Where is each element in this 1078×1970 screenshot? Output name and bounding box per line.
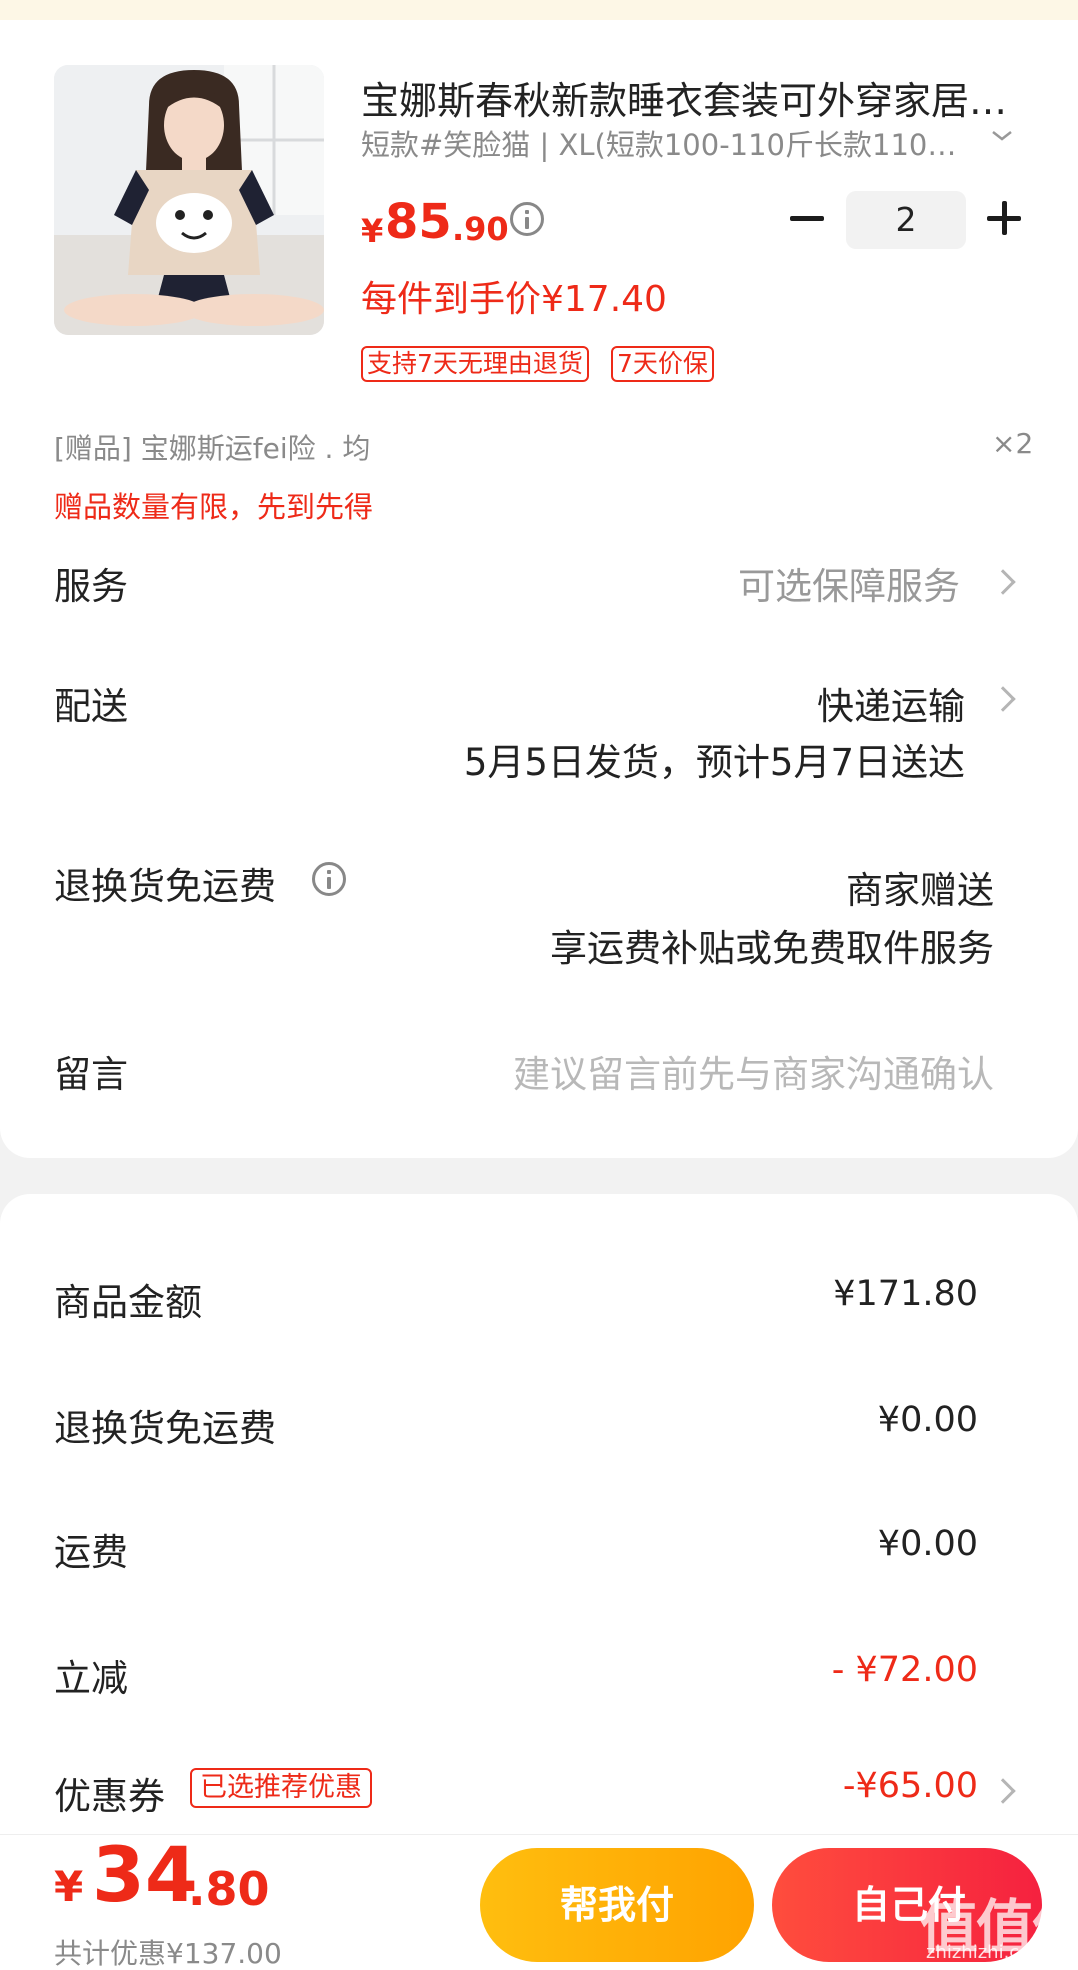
- product-photo-graphic: [54, 65, 324, 335]
- gift-count: ×2: [992, 427, 1034, 460]
- price-decimal: .90: [452, 210, 509, 248]
- coupon-value[interactable]: -¥65.00: [843, 1766, 978, 1806]
- return-fee-label: 退换货免运费: [54, 1407, 276, 1450]
- price-info-icon[interactable]: [510, 202, 544, 236]
- top-strip: [0, 0, 1078, 20]
- message-input[interactable]: 建议留言前先与商家沟通确认: [513, 1044, 994, 1098]
- goods-amount-value: ¥171.80: [833, 1274, 978, 1314]
- price-currency: ¥: [361, 212, 384, 250]
- message-label: 留言: [54, 1053, 128, 1096]
- goods-amount-label: 商品金额: [54, 1281, 202, 1324]
- delivery-value[interactable]: 快递运输: [817, 676, 965, 730]
- shipping-fee-label: 运费: [54, 1531, 128, 1574]
- service-label: 服务: [54, 565, 128, 608]
- quantity-decrease-button[interactable]: [790, 200, 826, 236]
- return-policy-badge: 支持7天无理由退货: [361, 346, 589, 382]
- unit-price: 每件到手价¥17.40: [361, 279, 667, 320]
- delivery-detail: 5月5日发货，预计5月7日送达: [463, 741, 965, 784]
- return-fee-value: ¥0.00: [877, 1400, 978, 1440]
- product-spec[interactable]: 短款#笑脸猫 | XL(短款100-110斤长款110…: [361, 122, 956, 164]
- chevron-down-icon[interactable]: [990, 124, 1014, 148]
- total-discount: 共计优惠¥137.00: [54, 1937, 282, 1970]
- price-integer: 85: [385, 194, 452, 250]
- return-shipping-label: 退换货免运费: [54, 865, 276, 908]
- gift-limit-note: 赠品数量有限，先到先得: [54, 490, 374, 524]
- help-pay-button[interactable]: 帮我付: [480, 1848, 754, 1962]
- product-image[interactable]: [54, 65, 324, 335]
- total-currency: ¥: [54, 1862, 84, 1911]
- service-value[interactable]: 可选保障服务: [738, 556, 960, 610]
- total-decimal: .80: [188, 1862, 270, 1916]
- discount-value: - ¥72.00: [831, 1650, 978, 1690]
- shipping-fee-value: ¥0.00: [877, 1524, 978, 1564]
- total-integer: 34: [92, 1830, 198, 1919]
- coupon-selected-badge[interactable]: 已选推荐优惠: [190, 1768, 372, 1808]
- quantity-increase-button[interactable]: [986, 200, 1022, 236]
- coupon-label: 优惠券: [54, 1775, 165, 1818]
- gift-label: [赠品] 宝娜斯运fei险 . 均: [54, 432, 371, 465]
- discount-label: 立减: [54, 1657, 128, 1700]
- return-shipping-value: 商家赠送: [846, 869, 994, 912]
- price-protect-badge: 7天价保: [611, 346, 714, 382]
- watermark-url: zhizhizhi.com: [926, 1942, 1048, 1963]
- quantity-value[interactable]: 2: [846, 191, 966, 249]
- product-title[interactable]: 宝娜斯春秋新款睡衣套装可外穿家居…: [361, 70, 1007, 125]
- return-shipping-detail: 享运费补贴或免费取件服务: [550, 927, 994, 970]
- delivery-label: 配送: [54, 685, 128, 728]
- return-info-icon[interactable]: [312, 862, 346, 896]
